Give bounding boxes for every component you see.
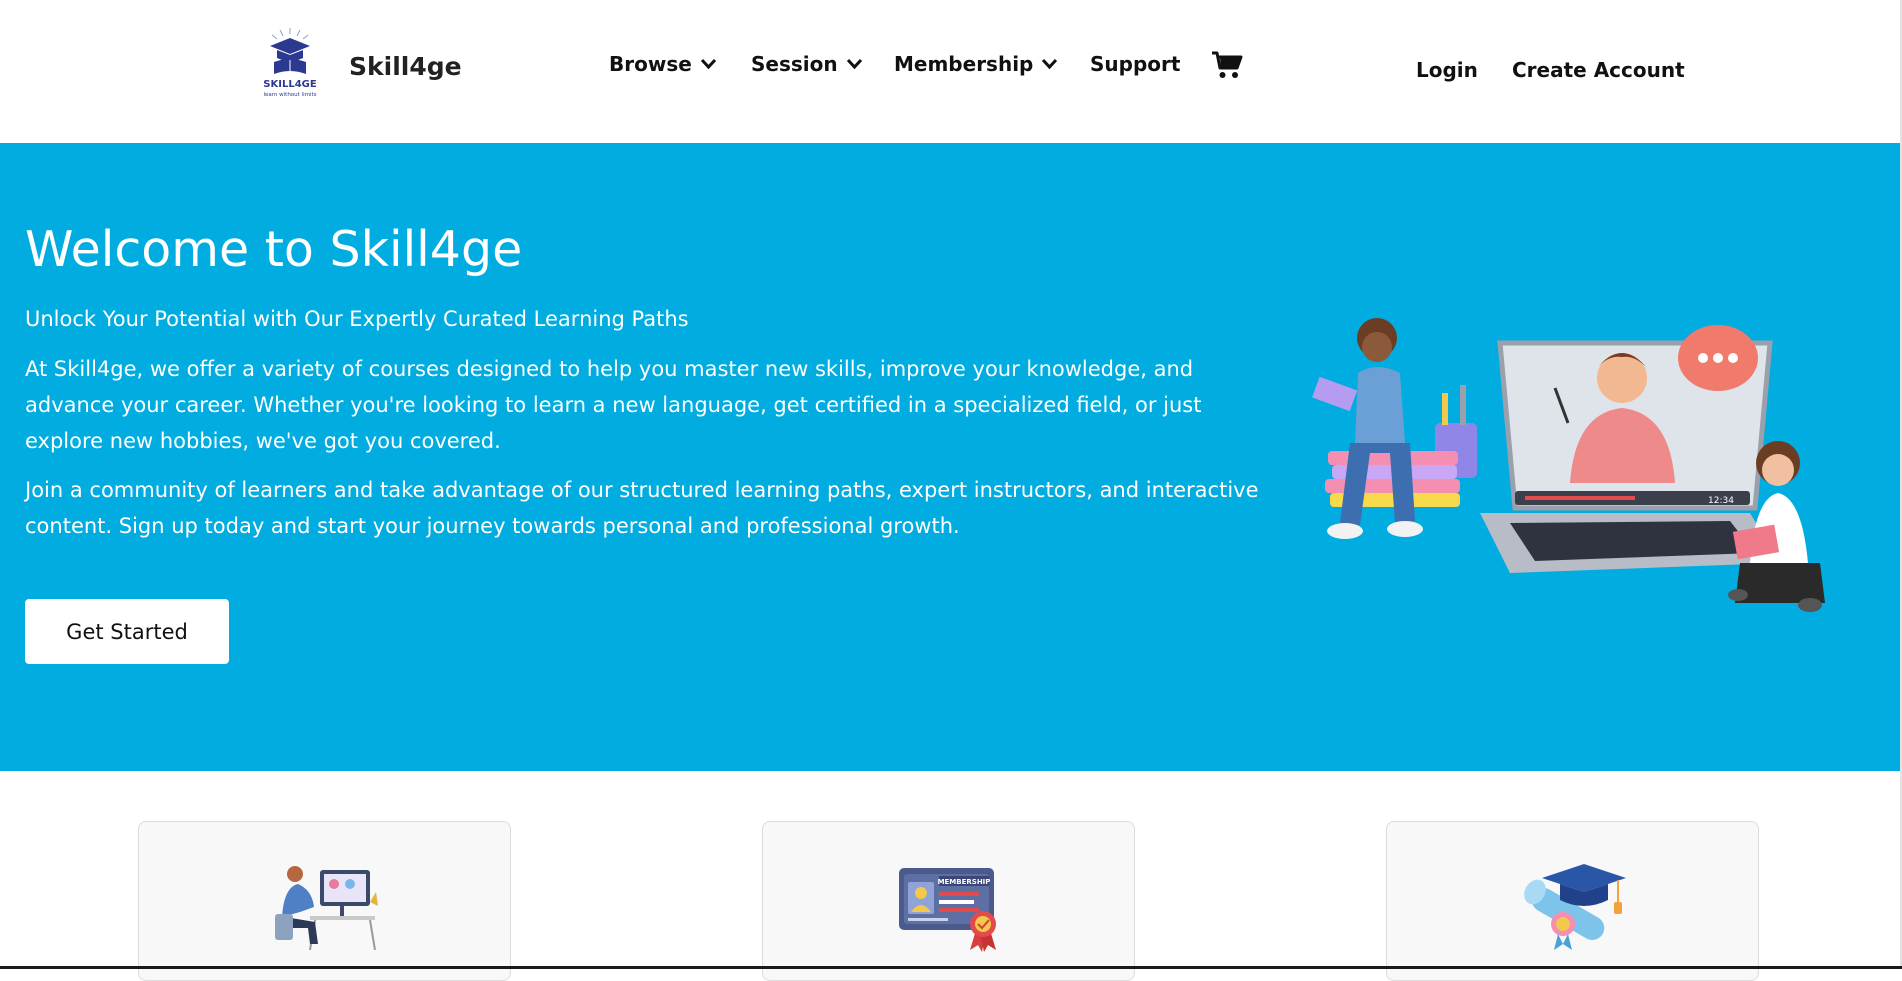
nav-browse[interactable]: Browse [609,52,717,76]
nav-support-label: Support [1090,52,1181,76]
nav-session[interactable]: Session [751,52,863,76]
get-started-button[interactable]: Get Started [25,599,229,664]
feature-card-membership[interactable]: MEMBERSHIP [762,821,1135,981]
login-link[interactable]: Login [1416,58,1478,82]
hero-paragraph-2: Join a community of learners and take ad… [25,478,1259,538]
membership-card-icon: MEMBERSHIP [898,868,996,952]
nav-membership[interactable]: Membership [894,52,1058,76]
create-account-link[interactable]: Create Account [1512,58,1685,82]
feature-card-online-learning[interactable] [138,821,511,981]
chevron-down-icon [846,58,862,70]
hero-subtitle: Unlock Your Potential with Our Expertly … [25,307,689,331]
feature-card-certification[interactable] [1386,821,1759,981]
hero-title: Welcome to Skill4ge [25,221,523,278]
chevron-down-icon [700,58,716,70]
skill4ge-logo[interactable]: SKILL4GE learn without limits [250,26,330,100]
nav-browse-label: Browse [609,52,692,76]
brand-name[interactable]: Skill4ge [349,52,462,81]
logo-text: SKILL4GE [263,79,317,90]
graduation-cap-diploma-icon [1523,864,1626,950]
hero-section: Welcome to Skill4ge Unlock Your Potentia… [0,143,1900,771]
online-learning-icon [274,866,378,951]
chevron-down-icon [1042,58,1058,70]
logo-tagline: learn without limits [263,92,316,98]
video-time: 12:34 [1708,496,1734,506]
page: SKILL4GE learn without limits Skill4ge B… [0,0,1900,981]
shopping-cart-icon[interactable] [1211,50,1243,80]
site-header: SKILL4GE learn without limits Skill4ge B… [0,0,1900,143]
nav-session-label: Session [751,52,838,76]
nav-membership-label: Membership [894,52,1034,76]
nav-support[interactable]: Support [1090,52,1180,76]
online-learning-illustration: 12:34 [1312,318,1825,612]
membership-icon-text: MEMBERSHIP [937,878,990,886]
hero-paragraph-1: At Skill4ge, we offer a variety of cours… [25,357,1202,453]
